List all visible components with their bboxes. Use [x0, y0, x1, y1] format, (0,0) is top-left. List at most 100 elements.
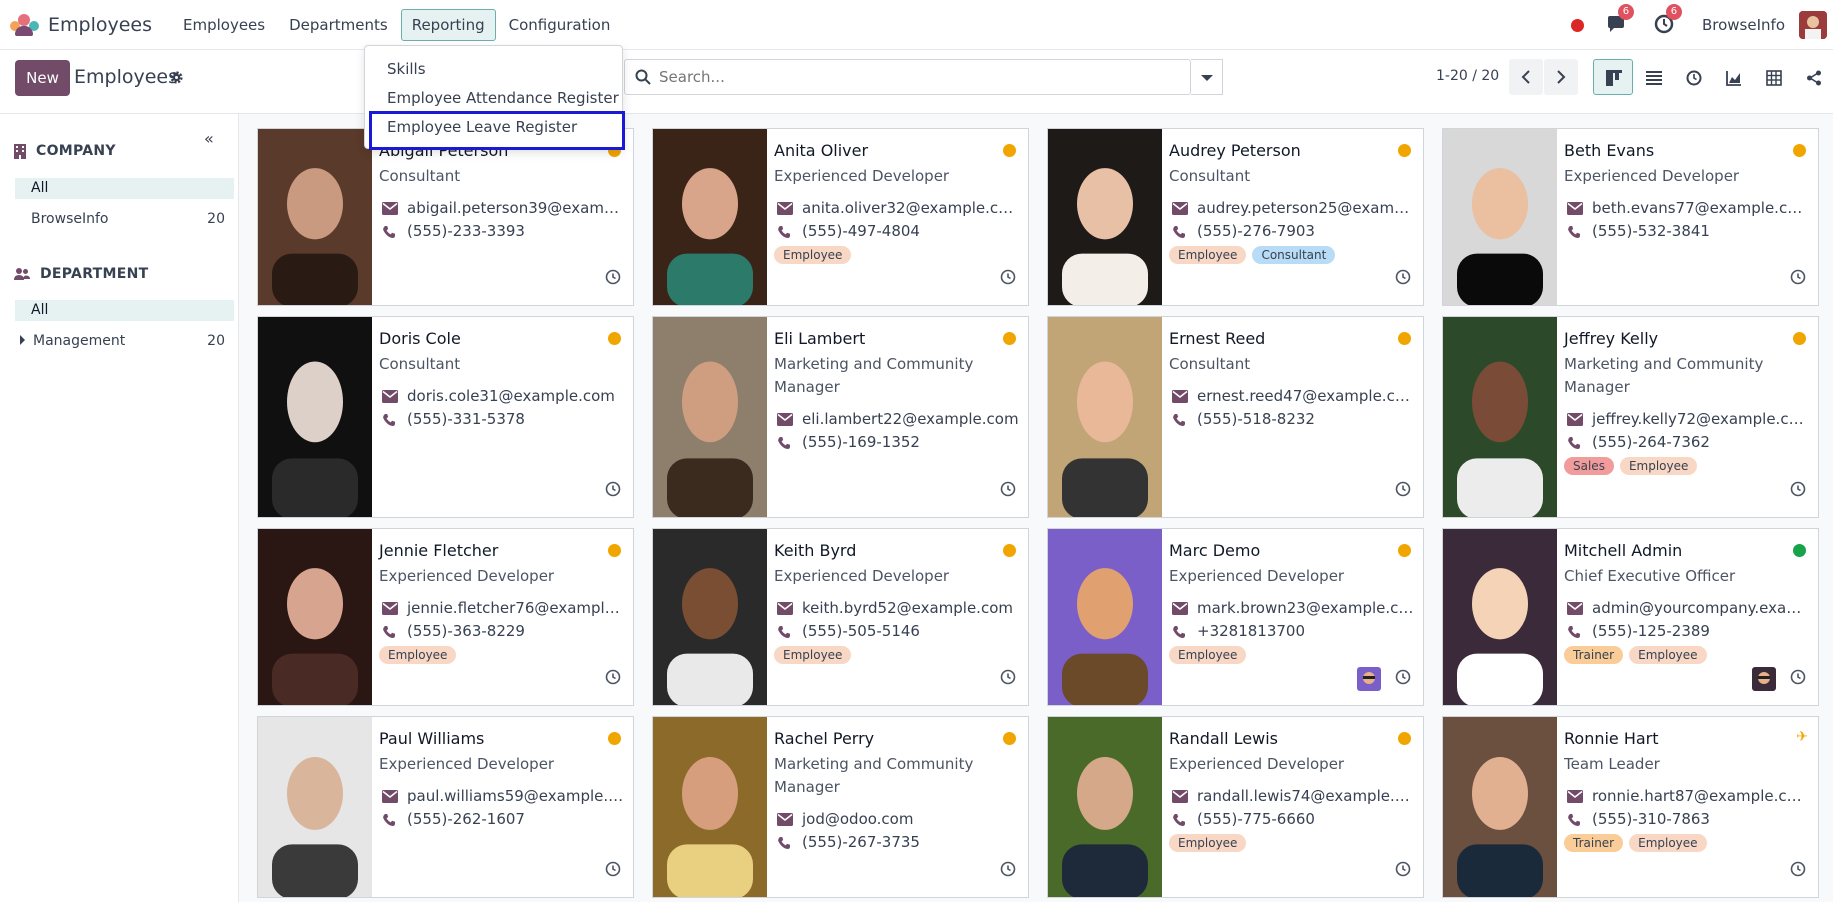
pivot-view-button[interactable] [1753, 59, 1793, 95]
employee-phone[interactable]: (555)-518-8232 [1169, 410, 1415, 428]
department-filter-all[interactable]: All [15, 300, 234, 321]
collapse-sidebar-icon[interactable]: « [204, 129, 214, 148]
activity-clock-icon[interactable] [1000, 481, 1016, 501]
dropdown-item-attendance-register[interactable]: Employee Attendance Register [387, 89, 619, 107]
dropdown-item-skills[interactable]: Skills [387, 60, 426, 78]
employee-photo[interactable] [1443, 529, 1557, 705]
gear-icon[interactable] [169, 70, 184, 85]
employee-card[interactable]: Audrey Peterson Consultant audrey.peters… [1047, 128, 1424, 306]
employee-email[interactable]: anita.oliver32@example.com [774, 199, 1020, 217]
app-title[interactable]: Employees [48, 14, 152, 36]
menu-reporting[interactable]: Reporting [400, 8, 496, 41]
employee-phone[interactable]: +3281813700 [1169, 622, 1415, 640]
activity-clock-icon[interactable] [1000, 269, 1016, 289]
employee-email[interactable]: ronnie.hart87@example.com [1564, 787, 1810, 805]
employee-name[interactable]: Paul Williams [379, 729, 484, 748]
employee-photo[interactable] [653, 129, 767, 305]
department-filter-item[interactable]: Management 20 [15, 333, 225, 349]
activity-clock-icon[interactable] [605, 669, 621, 689]
pager-next-button[interactable] [1544, 59, 1578, 95]
employee-name[interactable]: Doris Cole [379, 329, 461, 348]
employee-name[interactable]: Marc Demo [1169, 541, 1260, 560]
employee-photo[interactable] [1048, 717, 1162, 897]
employee-card[interactable]: Mitchell Admin Chief Executive Officer a… [1442, 528, 1819, 706]
hierarchy-view-button[interactable] [1793, 59, 1833, 95]
company-switcher[interactable]: BrowseInfo [1702, 16, 1785, 34]
employee-card[interactable]: Eli Lambert Marketing and Community Mana… [652, 316, 1029, 518]
employee-email[interactable]: randall.lewis74@example.com [1169, 787, 1415, 805]
list-view-button[interactable] [1633, 59, 1673, 95]
search-input[interactable] [659, 68, 1139, 86]
employee-card[interactable]: Ronnie Hart Team Leader ronnie.hart87@ex… [1442, 716, 1819, 898]
status-red-dot[interactable] [1570, 18, 1584, 32]
employee-email[interactable]: admin@yourcompany.exam… [1564, 599, 1810, 617]
employee-email[interactable]: ernest.reed47@example.com [1169, 387, 1415, 405]
employee-photo[interactable] [1048, 129, 1162, 305]
activity-clock-icon[interactable] [605, 269, 621, 289]
employee-phone[interactable]: (555)-532-3841 [1564, 222, 1810, 240]
menu-configuration[interactable]: Configuration [498, 9, 622, 41]
employee-email[interactable]: keith.byrd52@example.com [774, 599, 1020, 617]
activity-clock-icon[interactable] [1790, 861, 1806, 881]
employee-name[interactable]: Jeffrey Kelly [1564, 329, 1658, 348]
employee-card[interactable]: Paul Williams Experienced Developer paul… [257, 716, 634, 898]
search-options-toggle[interactable] [1191, 59, 1223, 95]
employee-email[interactable]: audrey.peterson25@exampl… [1169, 199, 1415, 217]
activity-clock-icon[interactable] [605, 861, 621, 881]
employee-email[interactable]: paul.williams59@example.com [379, 787, 625, 805]
employee-email[interactable]: eli.lambert22@example.com [774, 410, 1020, 428]
employee-name[interactable]: Ernest Reed [1169, 329, 1265, 348]
employee-card[interactable]: Keith Byrd Experienced Developer keith.b… [652, 528, 1029, 706]
employee-email[interactable]: beth.evans77@example.com [1564, 199, 1810, 217]
employee-email[interactable]: jod@odoo.com [774, 810, 1020, 828]
employee-email[interactable]: jeffrey.kelly72@example.com [1564, 410, 1810, 428]
employee-photo[interactable] [258, 129, 372, 305]
activities-icon[interactable]: 6 [1654, 4, 1682, 36]
employee-photo[interactable] [1443, 129, 1557, 305]
employee-phone[interactable]: (555)-262-1607 [379, 810, 625, 828]
employee-card[interactable]: Ernest Reed Consultant ernest.reed47@exa… [1047, 316, 1424, 518]
employee-photo[interactable] [1443, 317, 1557, 517]
employee-phone[interactable]: (555)-775-6660 [1169, 810, 1415, 828]
activity-clock-icon[interactable] [1000, 669, 1016, 689]
employee-email[interactable]: mark.brown23@example.com [1169, 599, 1415, 617]
employee-phone[interactable]: (555)-169-1352 [774, 433, 1020, 451]
employee-phone[interactable]: (555)-363-8229 [379, 622, 625, 640]
activity-clock-icon[interactable] [1395, 269, 1411, 289]
employee-card[interactable]: Jennie Fletcher Experienced Developer je… [257, 528, 634, 706]
new-button[interactable]: New [15, 60, 70, 96]
employee-email[interactable]: doris.cole31@example.com [379, 387, 625, 405]
employee-phone[interactable]: (555)-505-5146 [774, 622, 1020, 640]
related-user-avatar[interactable] [1752, 667, 1776, 691]
activity-clock-icon[interactable] [1790, 669, 1806, 689]
employee-photo[interactable] [1048, 317, 1162, 517]
employee-card[interactable]: Randall Lewis Experienced Developer rand… [1047, 716, 1424, 898]
kanban-view-button[interactable] [1593, 59, 1633, 95]
employee-photo[interactable] [258, 317, 372, 517]
activity-clock-icon[interactable] [1790, 481, 1806, 501]
user-avatar[interactable] [1799, 11, 1827, 39]
menu-departments[interactable]: Departments [278, 9, 399, 41]
activity-clock-icon[interactable] [1395, 669, 1411, 689]
employee-name[interactable]: Randall Lewis [1169, 729, 1278, 748]
employee-phone[interactable]: (555)-264-7362 [1564, 433, 1810, 451]
employee-card[interactable]: Jeffrey Kelly Marketing and Community Ma… [1442, 316, 1819, 518]
activity-clock-icon[interactable] [1395, 481, 1411, 501]
employee-photo[interactable] [1443, 717, 1557, 897]
search-box[interactable] [624, 59, 1191, 95]
activity-clock-icon[interactable] [1000, 861, 1016, 881]
activity-clock-icon[interactable] [1395, 861, 1411, 881]
employee-name[interactable]: Eli Lambert [774, 329, 865, 348]
employee-name[interactable]: Beth Evans [1564, 141, 1654, 160]
related-user-avatar[interactable] [1357, 667, 1381, 691]
employee-photo[interactable] [653, 529, 767, 705]
employee-card[interactable]: Beth Evans Experienced Developer beth.ev… [1442, 128, 1819, 306]
employee-name[interactable]: Keith Byrd [774, 541, 856, 560]
employee-phone[interactable]: (555)-267-3735 [774, 833, 1020, 851]
graph-view-button[interactable] [1713, 59, 1753, 95]
employee-phone[interactable]: (555)-310-7863 [1564, 810, 1810, 828]
employee-email[interactable]: abigail.peterson39@exampl… [379, 199, 625, 217]
employee-phone[interactable]: (555)-276-7903 [1169, 222, 1415, 240]
employee-email[interactable]: jennie.fletcher76@example.… [379, 599, 625, 617]
employee-name[interactable]: Mitchell Admin [1564, 541, 1682, 560]
